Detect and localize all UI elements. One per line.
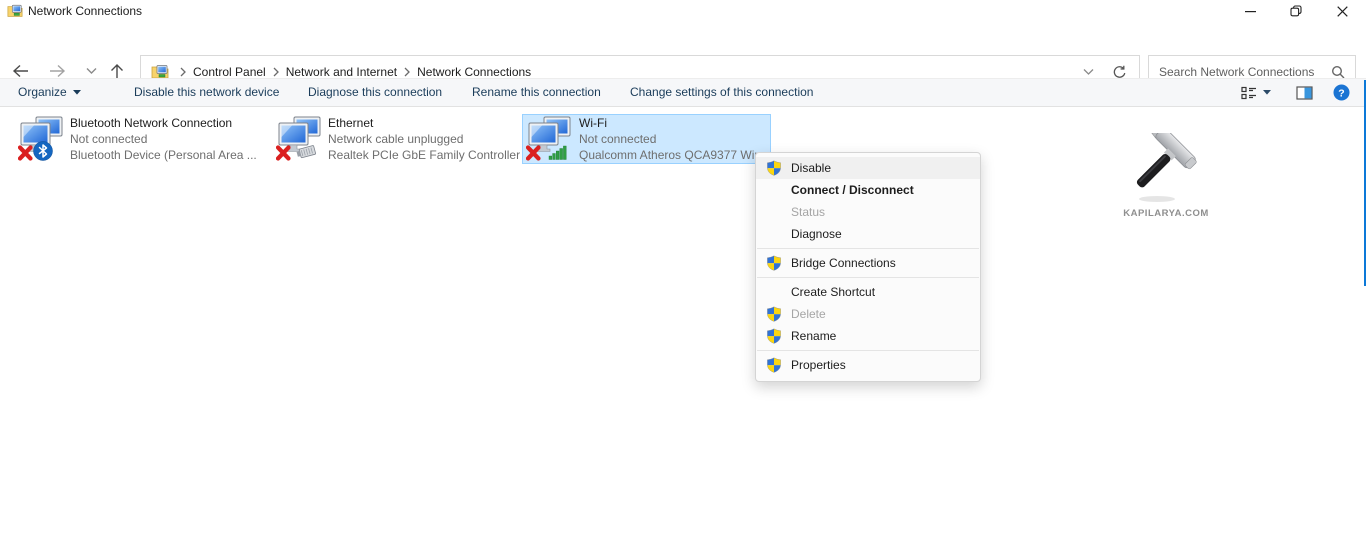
menu-item-label: Rename (791, 329, 836, 343)
up-arrow-icon (109, 63, 125, 80)
back-icon (12, 63, 30, 79)
connection-status: Network cable unplugged (328, 131, 520, 147)
organize-label: Organize (18, 79, 67, 106)
menu-item-connect-disconnect[interactable]: Connect / Disconnect (756, 179, 980, 201)
wifi-network-icon (526, 116, 574, 162)
menu-item-label: Status (791, 205, 825, 219)
title-bar: Network Connections (0, 0, 1366, 22)
close-icon (1337, 6, 1348, 17)
menu-item-label: Disable (791, 161, 831, 175)
watermark-text: KAPILARYA.COM (1116, 208, 1216, 219)
menu-item-disable[interactable]: Disable (756, 157, 980, 179)
help-icon: ? (1333, 84, 1350, 101)
connection-name: Ethernet (328, 115, 520, 131)
menu-separator (757, 277, 979, 278)
menu-icon-spacer (766, 182, 782, 198)
menu-item-label: Delete (791, 307, 826, 321)
view-list-icon (1241, 86, 1257, 100)
uac-shield-icon (766, 306, 782, 322)
menu-item-label: Create Shortcut (791, 285, 875, 299)
connection-item-ethernet[interactable]: Ethernet Network cable unplugged Realtek… (272, 114, 522, 164)
search-input[interactable] (1159, 65, 1331, 79)
forward-icon (48, 63, 66, 79)
address-dropdown-icon[interactable] (1083, 68, 1094, 76)
uac-shield-icon (766, 160, 782, 176)
navigation-bar: Control Panel Network and Internet Netwo… (0, 22, 1366, 78)
connection-name: Bluetooth Network Connection (70, 115, 264, 131)
command-toolbar: Organize Disable this network device Dia… (0, 78, 1366, 107)
preview-pane-icon (1296, 86, 1313, 100)
menu-icon-spacer (766, 204, 782, 220)
search-icon[interactable] (1331, 65, 1345, 79)
menu-item-label: Properties (791, 358, 846, 372)
minimize-icon (1245, 6, 1256, 17)
change-view-button[interactable] (1241, 79, 1271, 106)
diagnose-connection-command[interactable]: Diagnose this connection (308, 79, 442, 106)
breadcrumb-separator-icon (272, 67, 280, 77)
menu-icon-spacer (766, 284, 782, 300)
uac-shield-icon (766, 357, 782, 373)
watermark: KAPILARYA.COM (1116, 133, 1216, 219)
menu-item-label: Bridge Connections (791, 256, 896, 270)
menu-icon-spacer (766, 226, 782, 242)
window-title: Network Connections (28, 4, 142, 18)
dropdown-caret-icon (73, 90, 81, 95)
disable-device-command[interactable]: Disable this network device (134, 79, 279, 106)
connection-status: Not connected (70, 131, 264, 147)
menu-item-properties[interactable]: Properties (756, 354, 980, 376)
menu-item-rename[interactable]: Rename (756, 325, 980, 347)
organize-button[interactable]: Organize (18, 79, 81, 106)
menu-item-status[interactable]: Status (756, 201, 980, 223)
dropdown-caret-icon (1263, 90, 1271, 95)
hammer-icon (1127, 133, 1205, 205)
connection-item-wifi[interactable]: Wi-Fi Not connected Qualcomm Atheros QCA… (522, 114, 771, 164)
svg-text:?: ? (1338, 87, 1344, 99)
restore-icon (1290, 5, 1302, 17)
help-button[interactable]: ? (1333, 79, 1350, 106)
breadcrumb-network-connections[interactable]: Network Connections (415, 65, 533, 79)
connection-status: Not connected (579, 131, 768, 147)
menu-item-label: Connect / Disconnect (791, 183, 914, 197)
connection-device: Qualcomm Atheros QCA9377 Wir (579, 147, 768, 163)
rename-connection-command[interactable]: Rename this connection (472, 79, 601, 106)
menu-item-diagnose[interactable]: Diagnose (756, 223, 980, 245)
bluetooth-network-icon (18, 116, 66, 162)
connection-device: Realtek PCIe GbE Family Controller (328, 147, 520, 163)
menu-separator (757, 248, 979, 249)
close-button[interactable] (1319, 0, 1365, 22)
preview-pane-button[interactable] (1296, 79, 1313, 106)
connection-name: Wi-Fi (579, 115, 768, 131)
menu-item-bridge-connections[interactable]: Bridge Connections (756, 252, 980, 274)
breadcrumb-separator-icon (179, 67, 187, 77)
menu-item-create-shortcut[interactable]: Create Shortcut (756, 281, 980, 303)
connection-item-bluetooth[interactable]: Bluetooth Network Connection Not connect… (14, 114, 266, 164)
uac-shield-icon (766, 255, 782, 271)
menu-item-delete[interactable]: Delete (756, 303, 980, 325)
restore-button[interactable] (1273, 0, 1319, 22)
context-menu: Disable Connect / Disconnect Status Diag… (755, 152, 981, 382)
change-settings-command[interactable]: Change settings of this connection (630, 79, 813, 106)
breadcrumb-separator-icon (403, 67, 411, 77)
breadcrumb-network-and-internet[interactable]: Network and Internet (284, 65, 399, 79)
breadcrumb-control-panel[interactable]: Control Panel (191, 65, 268, 79)
chevron-down-icon (86, 67, 97, 75)
uac-shield-icon (766, 328, 782, 344)
minimize-button[interactable] (1227, 0, 1273, 22)
ethernet-network-icon (276, 116, 324, 162)
menu-item-label: Diagnose (791, 227, 842, 241)
menu-separator (757, 350, 979, 351)
connection-device: Bluetooth Device (Personal Area ... (70, 147, 264, 163)
app-icon (7, 3, 23, 19)
